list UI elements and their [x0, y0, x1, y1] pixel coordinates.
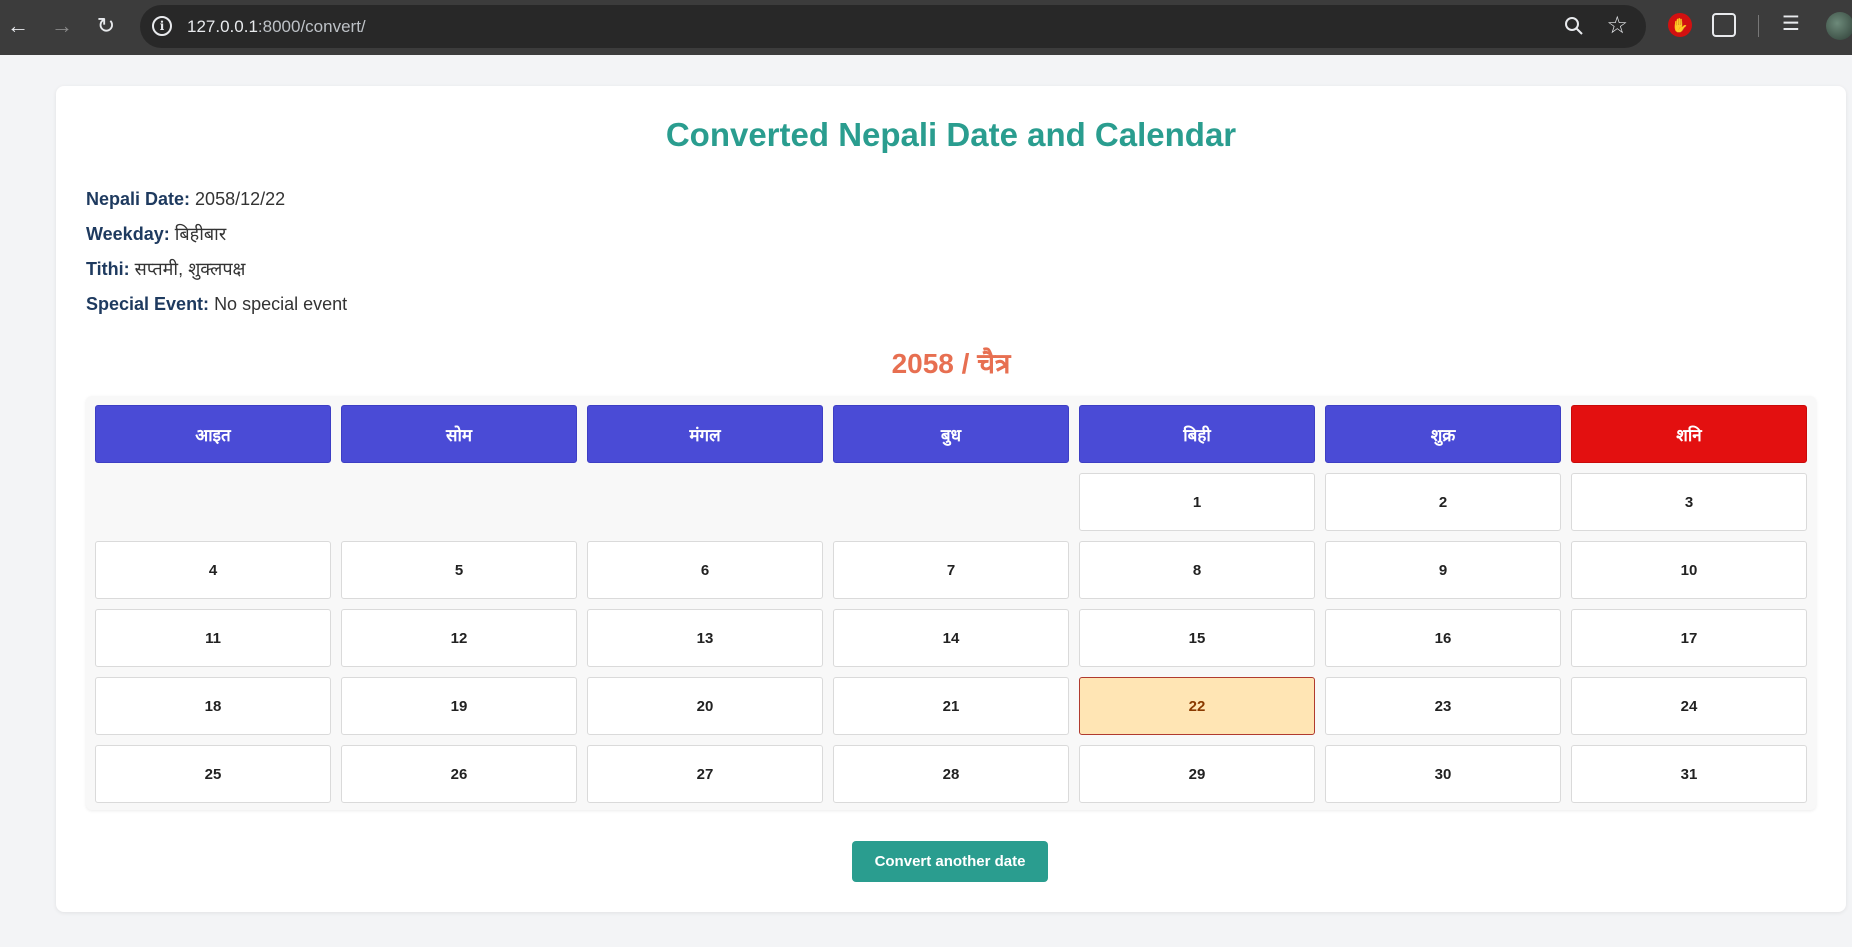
nepali-date-row: Nepali Date: 2058/12/22 — [86, 186, 347, 221]
bookmark-star-icon[interactable]: ☆ — [1606, 12, 1628, 40]
calendar-day[interactable]: 23 — [1325, 677, 1561, 735]
weekday-header: बुध — [833, 405, 1069, 463]
calendar-day[interactable]: 16 — [1325, 609, 1561, 667]
calendar-day[interactable]: 17 — [1571, 609, 1807, 667]
calendar-day[interactable]: 30 — [1325, 745, 1561, 803]
toolbar-divider — [1758, 15, 1759, 37]
calendar-day[interactable]: 3 — [1571, 473, 1807, 531]
calendar-empty-cell — [833, 473, 1069, 531]
extension-stop-icon[interactable]: ✋ — [1668, 13, 1692, 37]
profile-avatar[interactable] — [1826, 12, 1852, 40]
nepali-date-label: Nepali Date: — [86, 189, 191, 209]
weekday-header: मंगल — [587, 405, 823, 463]
zoom-icon[interactable] — [1562, 14, 1586, 38]
special-event-row: Special Event: No special event — [86, 291, 347, 326]
calendar-day[interactable]: 18 — [95, 677, 331, 735]
date-info-list: Nepali Date: 2058/12/22 Weekday: बिहीबार… — [86, 186, 347, 326]
calendar-day[interactable]: 8 — [1079, 541, 1315, 599]
calendar-day[interactable]: 14 — [833, 609, 1069, 667]
calendar-day[interactable]: 13 — [587, 609, 823, 667]
nepali-date-value: 2058/12/22 — [195, 189, 286, 209]
result-card: Converted Nepali Date and Calendar Nepal… — [56, 86, 1846, 912]
calendar-day[interactable]: 11 — [95, 609, 331, 667]
calendar-day[interactable]: 1 — [1079, 473, 1315, 531]
url-host: 127.0.0.1 — [187, 17, 258, 36]
calendar-day[interactable]: 9 — [1325, 541, 1561, 599]
calendar-day[interactable]: 28 — [833, 745, 1069, 803]
weekday-header: शनि — [1571, 405, 1807, 463]
calendar-day[interactable]: 27 — [587, 745, 823, 803]
weekday-value: बिहीबार — [174, 224, 227, 244]
calendar-day[interactable]: 15 — [1079, 609, 1315, 667]
extensions-puzzle-icon[interactable] — [1712, 13, 1736, 37]
url-path: :8000/convert/ — [257, 17, 366, 36]
url-text[interactable]: 127.0.0.1:8000/convert/ — [187, 17, 366, 37]
calendar: आइत सोम मंगल बुध बिही शुक्र शनि 1 2 3 4 5 6 7 8 9 10 11 12… — [86, 396, 1816, 810]
calendar-grid: आइत सोम मंगल बुध बिही शुक्र शनि 1 2 3 4 5 6 7 8 9 10 11 12… — [95, 405, 1807, 803]
calendar-day[interactable]: 12 — [341, 609, 577, 667]
tithi-label: Tithi: — [86, 259, 130, 279]
weekday-header: सोम — [341, 405, 577, 463]
reload-icon[interactable]: ↻ — [90, 10, 122, 42]
calendar-day-selected[interactable]: 22 — [1079, 677, 1315, 735]
weekday-header: शुक्र — [1325, 405, 1561, 463]
weekday-header: बिही — [1079, 405, 1315, 463]
calendar-empty-cell — [341, 473, 577, 531]
calendar-day[interactable]: 31 — [1571, 745, 1807, 803]
back-arrow-icon[interactable]: ← — [2, 10, 34, 42]
calendar-day[interactable]: 21 — [833, 677, 1069, 735]
calendar-day[interactable]: 24 — [1571, 677, 1807, 735]
browser-toolbar: ← → ↻ i 127.0.0.1:8000/convert/ ☆ ✋ ☰ — [0, 0, 1852, 55]
weekday-row: Weekday: बिहीबार — [86, 221, 347, 256]
calendar-day[interactable]: 6 — [587, 541, 823, 599]
calendar-day[interactable]: 4 — [95, 541, 331, 599]
calendar-day[interactable]: 5 — [341, 541, 577, 599]
special-event-value: No special event — [214, 294, 348, 314]
media-control-icon[interactable]: ☰ — [1782, 12, 1800, 36]
calendar-day[interactable]: 10 — [1571, 541, 1807, 599]
site-info-icon[interactable]: i — [152, 16, 172, 36]
calendar-empty-cell — [587, 473, 823, 531]
calendar-day[interactable]: 2 — [1325, 473, 1561, 531]
address-bar[interactable]: i 127.0.0.1:8000/convert/ ☆ — [140, 5, 1646, 48]
calendar-day[interactable]: 26 — [341, 745, 577, 803]
tithi-value: सप्तमी, शुक्लपक्ष — [134, 259, 246, 279]
convert-another-date-button[interactable]: Convert another date — [852, 841, 1048, 882]
forward-arrow-icon[interactable]: → — [46, 10, 78, 42]
calendar-day[interactable]: 25 — [95, 745, 331, 803]
page-title: Converted Nepali Date and Calendar — [665, 116, 1237, 153]
calendar-day[interactable]: 7 — [833, 541, 1069, 599]
calendar-empty-cell — [95, 473, 331, 531]
calendar-day[interactable]: 19 — [341, 677, 577, 735]
weekday-label: Weekday: — [86, 224, 170, 244]
calendar-month-title: 2058 / चैत्र — [891, 348, 1011, 379]
special-event-label: Special Event: — [86, 294, 210, 314]
calendar-day[interactable]: 29 — [1079, 745, 1315, 803]
weekday-header: आइत — [95, 405, 331, 463]
tithi-row: Tithi: सप्तमी, शुक्लपक्ष — [86, 256, 347, 291]
calendar-day[interactable]: 20 — [587, 677, 823, 735]
